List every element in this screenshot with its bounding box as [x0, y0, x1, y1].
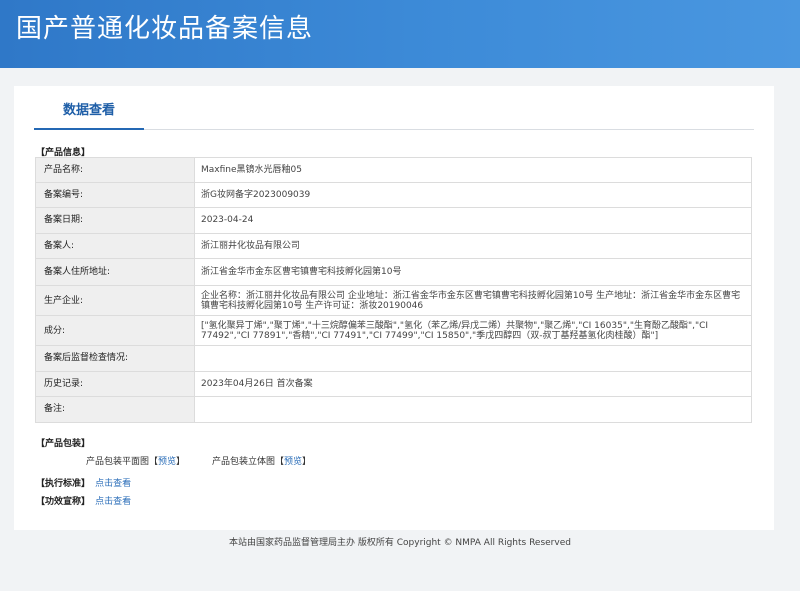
- table-row: 成分: ["氢化聚异丁烯","聚丁烯","十三烷醇偏苯三酸酯","氢化（苯乙烯/…: [35, 315, 752, 347]
- standard-label: 【执行标准】: [36, 479, 91, 489]
- row-label: 备案后监督检查情况:: [35, 345, 195, 372]
- tab-bar: 数据查看: [34, 102, 754, 130]
- row-value: ["氢化聚异丁烯","聚丁烯","十三烷醇偏苯三酸酯","氢化（苯乙烯/异戊二烯…: [194, 315, 752, 347]
- row-label: 备案人住所地址:: [35, 257, 195, 286]
- row-value: 2023年04月26日 首次备案: [194, 370, 752, 397]
- bracket-close: 】: [176, 457, 186, 467]
- table-row: 备案人: 浙江丽井化妆品有限公司: [35, 232, 752, 259]
- row-label: 历史记录:: [35, 370, 195, 397]
- table-row: 生产企业: 企业名称：浙江丽井化妆品有限公司 企业地址：浙江省金华市金东区曹宅镇…: [35, 284, 752, 317]
- tab-data-view[interactable]: 数据查看: [34, 102, 144, 130]
- preview-stereo-link[interactable]: 预览: [284, 457, 302, 467]
- content-card: 数据查看 【产品信息】 产品名称: Maxfine黑镜水光唇釉05 备案编号: …: [14, 86, 774, 530]
- row-value: [194, 345, 752, 372]
- efficacy-label: 【功效宣称】: [36, 497, 91, 507]
- bracket-open: 【: [149, 457, 159, 467]
- row-value: [194, 395, 752, 424]
- table-row: 备案编号: 浙G妆网备字2023009039: [35, 182, 752, 209]
- page-footer: 本站由国家药品监督管理局主办 版权所有 Copyright © NMPA All…: [229, 538, 571, 548]
- table-row: 产品名称: Maxfine黑镜水光唇釉05: [35, 156, 752, 184]
- table-row: 备注:: [35, 395, 752, 424]
- row-label: 备案人:: [35, 232, 195, 259]
- row-value: 2023-04-24: [194, 207, 752, 234]
- page-title: 国产普通化妆品备案信息: [16, 14, 314, 44]
- packaging-flat-label: 产品包装平面图: [86, 457, 150, 467]
- efficacy-view-link[interactable]: 点击查看: [95, 497, 131, 507]
- page-header: 国产普通化妆品备案信息: [0, 0, 800, 68]
- table-row: 备案日期: 2023-04-24: [35, 207, 752, 234]
- row-value: 浙江丽井化妆品有限公司: [194, 232, 752, 259]
- section-packaging: 【产品包装】: [36, 439, 91, 449]
- packaging-flat-item: 产品包装平面图【预览】: [86, 454, 185, 467]
- section-efficacy: 【功效宣称】 点击查看: [36, 494, 131, 507]
- bracket-close: 】: [302, 457, 312, 467]
- table-row: 备案后监督检查情况:: [35, 345, 752, 372]
- row-label: 备注:: [35, 395, 195, 424]
- row-value: 浙G妆网备字2023009039: [194, 182, 752, 209]
- row-label: 生产企业:: [35, 284, 195, 317]
- row-label: 成分:: [35, 315, 195, 347]
- preview-flat-link[interactable]: 预览: [158, 457, 176, 467]
- table-row: 历史记录: 2023年04月26日 首次备案: [35, 370, 752, 397]
- packaging-stereo-item: 产品包装立体图【预览】: [212, 454, 311, 467]
- bracket-open: 【: [275, 457, 285, 467]
- row-value: Maxfine黑镜水光唇釉05: [194, 156, 752, 184]
- row-label: 产品名称:: [35, 156, 195, 184]
- table-row: 备案人住所地址: 浙江省金华市金东区曹宅镇曹宅科技孵化园第10号: [35, 257, 752, 286]
- row-label: 备案编号:: [35, 182, 195, 209]
- section-standard: 【执行标准】 点击查看: [36, 476, 131, 489]
- packaging-stereo-label: 产品包装立体图: [212, 457, 276, 467]
- standard-view-link[interactable]: 点击查看: [95, 479, 131, 489]
- row-label: 备案日期:: [35, 207, 195, 234]
- row-value: 浙江省金华市金东区曹宅镇曹宅科技孵化园第10号: [194, 257, 752, 286]
- product-info-table: 产品名称: Maxfine黑镜水光唇釉05 备案编号: 浙G妆网备字202300…: [35, 156, 752, 424]
- row-value: 企业名称：浙江丽井化妆品有限公司 企业地址：浙江省金华市金东区曹宅镇曹宅科技孵化…: [194, 284, 752, 317]
